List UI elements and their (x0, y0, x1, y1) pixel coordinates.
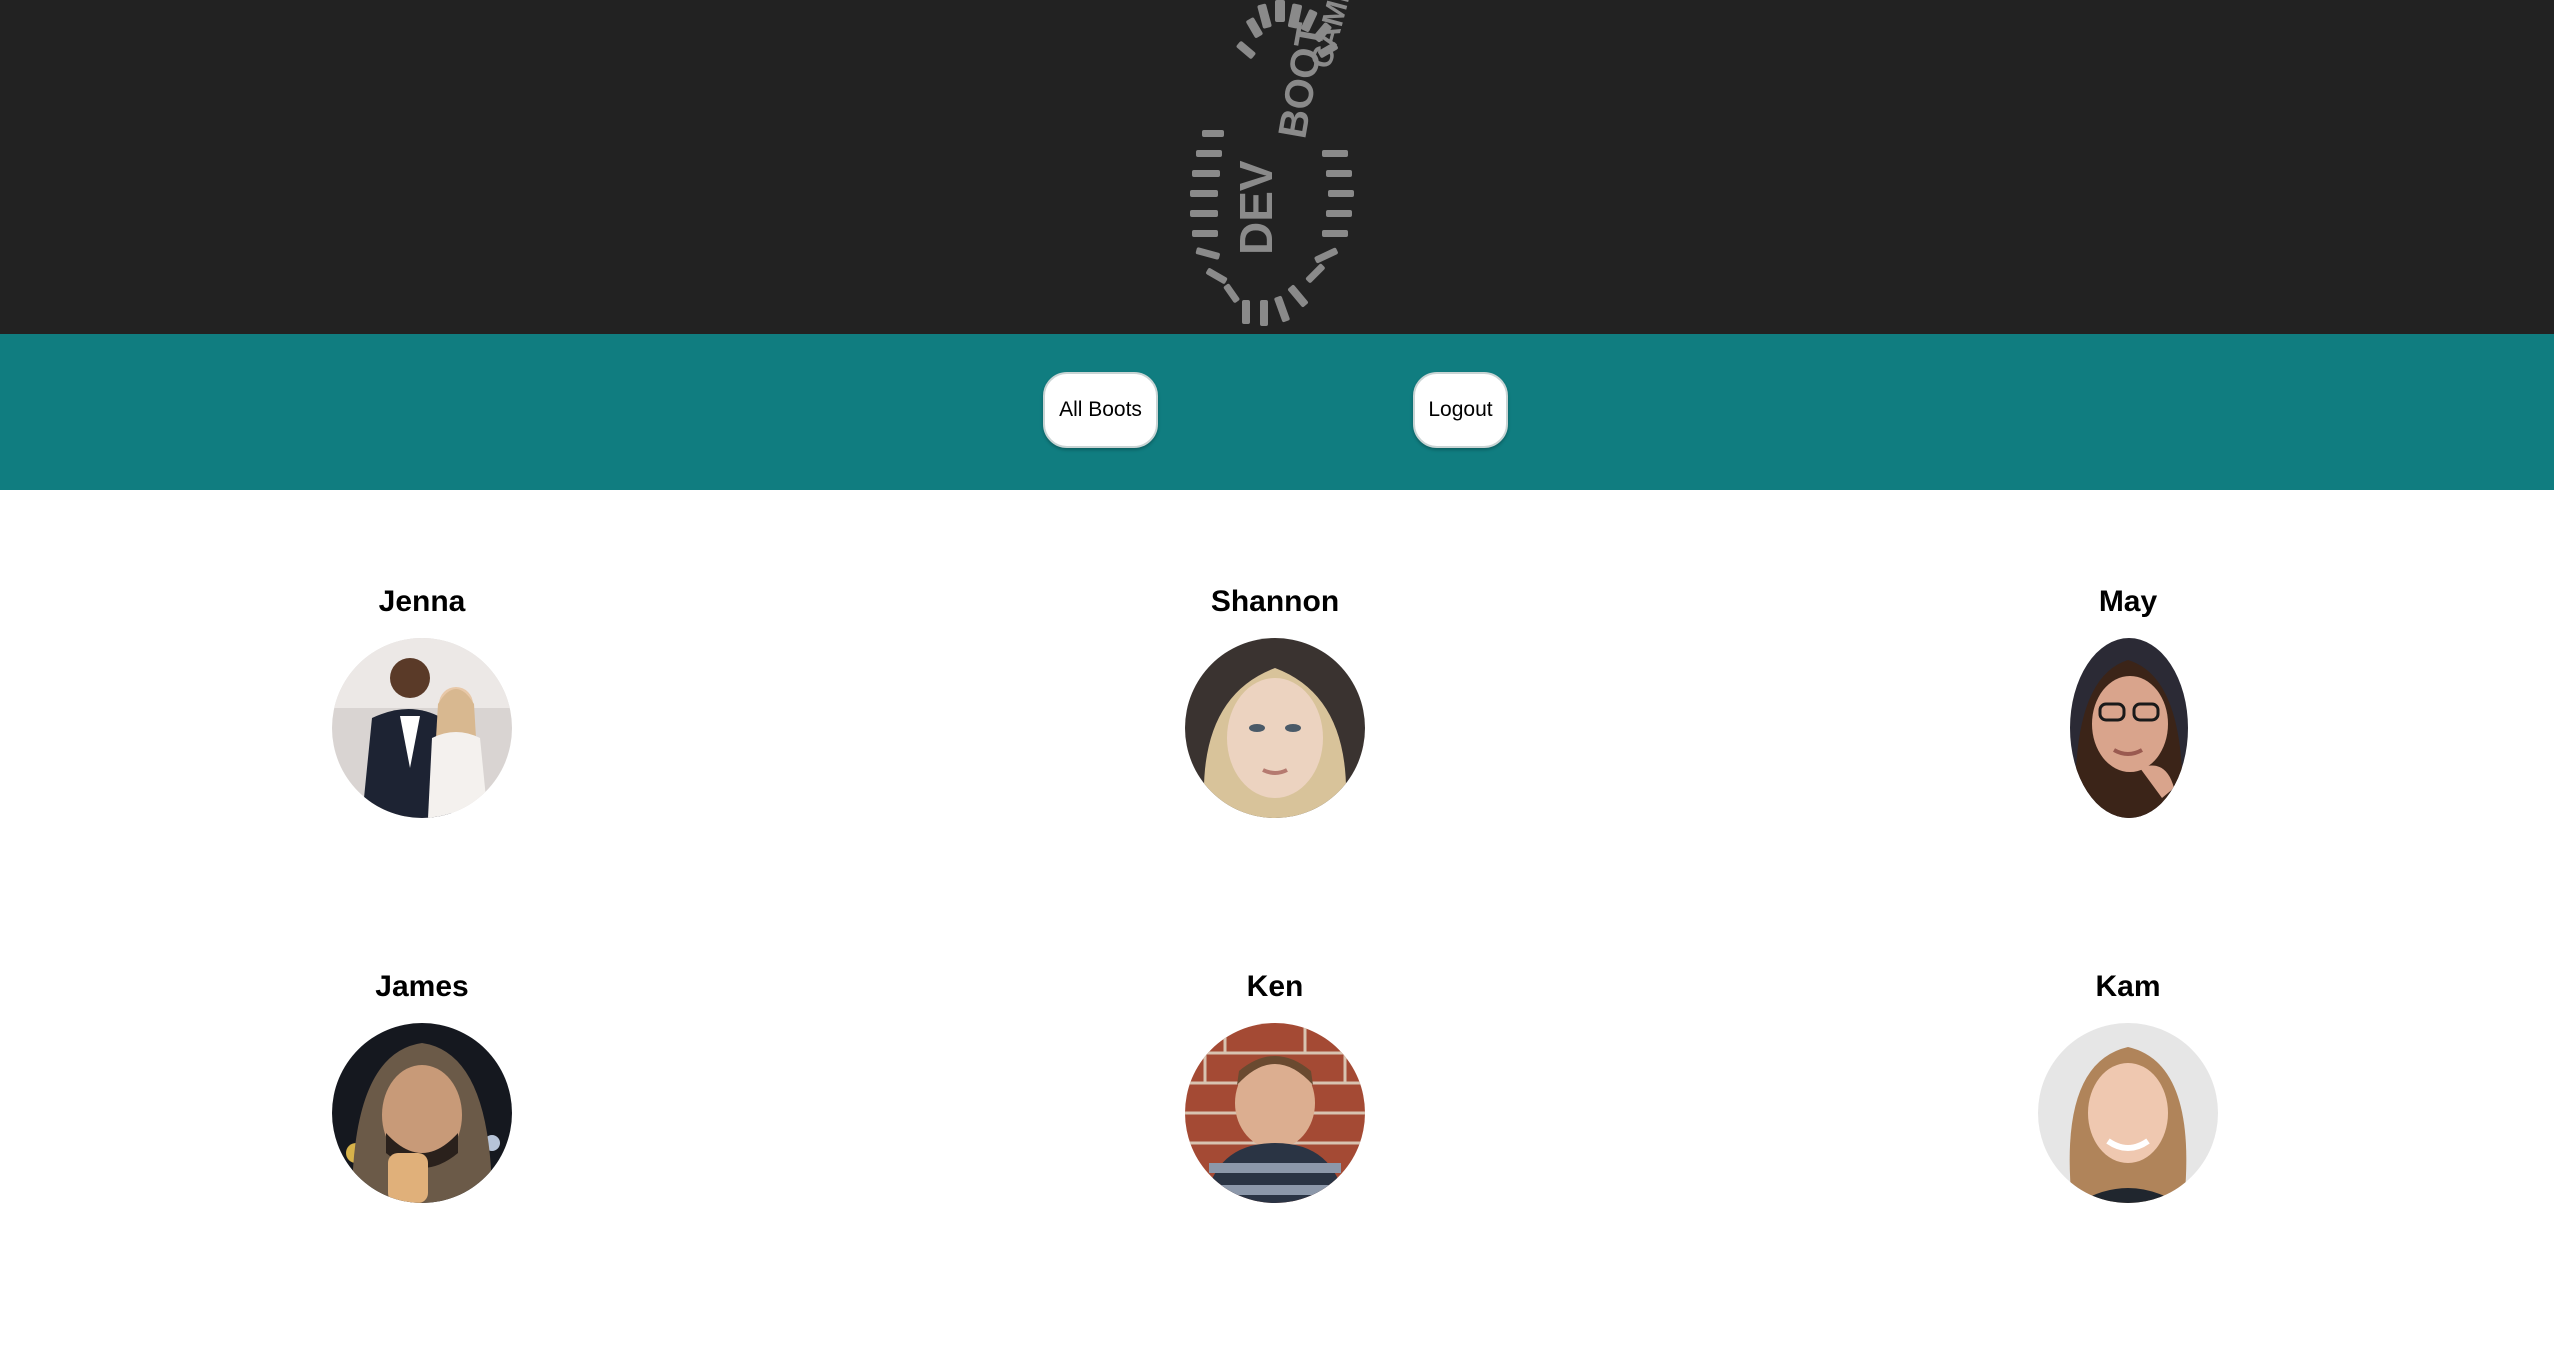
boot-card: May (1978, 582, 2278, 818)
boot-card: Jenna (272, 582, 572, 818)
boot-name: Jenna (378, 585, 466, 618)
boot-name: James (375, 970, 469, 1003)
bootprint-logo[interactable]: DEV BOOT CAMP (1180, 0, 1370, 330)
boot-card: Shannon (1125, 582, 1425, 818)
boot-avatar[interactable] (332, 1023, 512, 1203)
boot-avatar[interactable] (1185, 1023, 1365, 1203)
navigation-bar: All Boots Logout (0, 334, 2554, 490)
boot-card: James (272, 967, 572, 1203)
boot-name: Kam (2095, 970, 2161, 1003)
boot-name: Ken (1246, 970, 1304, 1003)
boot-avatar[interactable] (332, 638, 512, 818)
site-header: DEV BOOT CAMP (0, 0, 2554, 334)
logout-button[interactable]: Logout (1413, 372, 1508, 448)
boot-avatar[interactable] (1185, 638, 1365, 818)
boot-avatar[interactable] (2070, 638, 2188, 818)
boot-avatar[interactable] (2038, 1023, 2218, 1203)
boot-name: Shannon (1210, 585, 1340, 618)
boot-card: Ken (1125, 967, 1425, 1203)
all-boots-button[interactable]: All Boots (1043, 372, 1158, 448)
boot-card: Kam (1978, 967, 2278, 1203)
svg-text:DEV: DEV (1230, 160, 1282, 255)
boot-name: May (2098, 585, 2158, 618)
